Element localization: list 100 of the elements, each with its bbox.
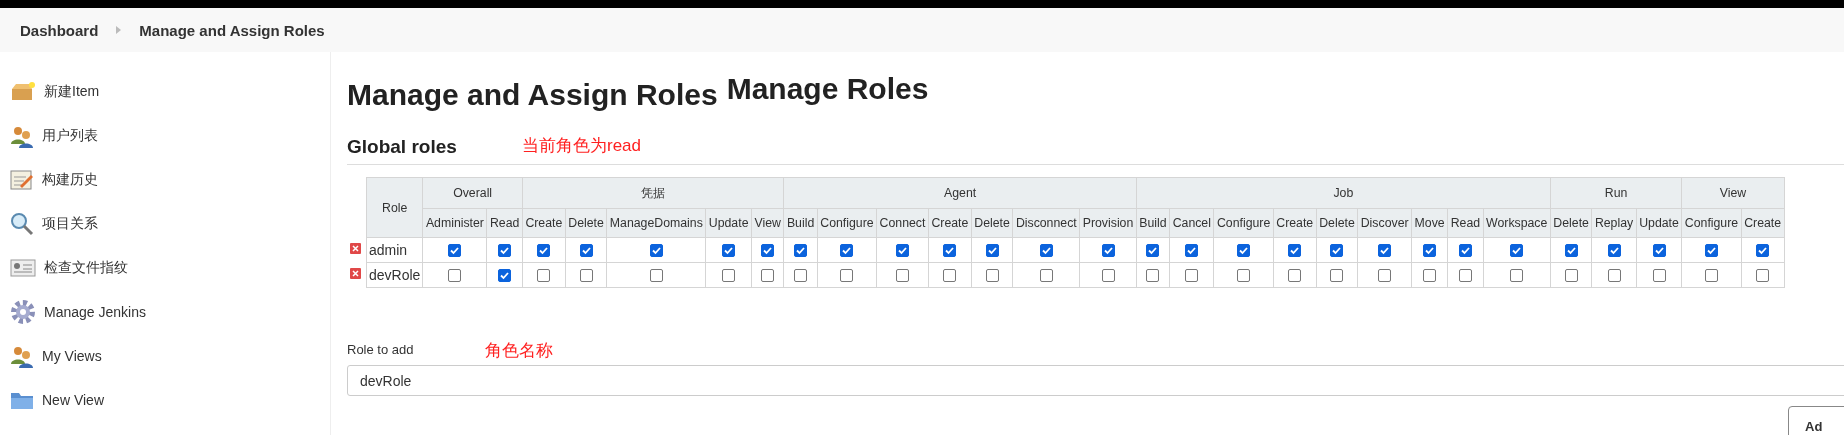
checkbox[interactable] (1423, 244, 1437, 258)
input-field[interactable]: devRole (347, 365, 1844, 396)
checkbox[interactable] (1039, 244, 1053, 258)
checkbox[interactable] (579, 244, 593, 258)
column-header: Configure (1213, 208, 1274, 238)
checkbox[interactable] (840, 269, 854, 283)
checkbox[interactable] (943, 269, 957, 283)
checkbox[interactable] (840, 244, 854, 258)
column-header: Configure (1681, 208, 1742, 238)
checkbox[interactable] (1510, 269, 1524, 283)
checkbox[interactable] (1705, 244, 1718, 258)
id-card-icon (10, 259, 36, 277)
checkbox[interactable] (1423, 269, 1437, 283)
column-group-header: Overall (422, 177, 523, 209)
checkbox[interactable] (722, 269, 736, 283)
table-cell: admin (366, 237, 423, 263)
checkbox[interactable] (537, 244, 551, 258)
checkbox[interactable] (1237, 269, 1251, 283)
package-icon (10, 81, 36, 103)
checkbox[interactable] (1330, 269, 1344, 283)
sidebar-item[interactable]: Manage Jenkins (0, 290, 330, 334)
checkbox[interactable] (1510, 244, 1524, 258)
folder-icon (10, 390, 34, 410)
users-icon (10, 344, 34, 368)
checkbox[interactable] (1756, 244, 1770, 258)
column-group-header: Job (1136, 177, 1551, 209)
search-icon (10, 212, 34, 236)
checkbox[interactable] (537, 269, 551, 283)
checkbox[interactable] (1101, 269, 1115, 283)
gear-icon (10, 299, 36, 325)
sidebar-item[interactable]: My Views (0, 334, 330, 378)
checkbox[interactable] (1185, 244, 1199, 258)
checkbox[interactable] (1185, 269, 1199, 283)
checkbox[interactable] (579, 269, 593, 283)
checkbox[interactable] (498, 269, 512, 283)
checkbox[interactable] (943, 244, 957, 258)
checkbox[interactable] (1378, 244, 1392, 258)
breadcrumb-link[interactable]: Manage and Assign Roles (139, 21, 325, 39)
checkbox[interactable] (1330, 244, 1344, 258)
caret-icon (116, 26, 122, 34)
sidebar-item[interactable]: New View (0, 378, 330, 422)
column-group-header: Agent (783, 177, 1137, 209)
checkbox[interactable] (794, 244, 808, 258)
checkbox[interactable] (1237, 244, 1251, 258)
table-cell: devRole (366, 262, 423, 288)
annotation-text: 角色名称 (485, 340, 553, 362)
checkbox[interactable] (794, 269, 808, 283)
column-header: Administer (422, 208, 487, 238)
checkbox[interactable] (1756, 269, 1770, 283)
checkbox[interactable] (1607, 269, 1621, 283)
checkbox[interactable] (1146, 269, 1160, 283)
column-group-header: 凭据 (522, 177, 784, 209)
checkbox[interactable] (1458, 269, 1472, 283)
checkbox[interactable] (1039, 269, 1053, 283)
checkbox[interactable] (649, 244, 663, 258)
column-header: Configure (817, 208, 877, 238)
checkbox[interactable] (896, 269, 909, 283)
checkbox[interactable] (1288, 244, 1302, 258)
delete-icon[interactable] (350, 268, 361, 279)
column-header: ManageDomains (606, 208, 706, 238)
checkbox[interactable] (722, 244, 736, 258)
checkbox[interactable] (1652, 269, 1666, 283)
checkbox[interactable] (985, 244, 999, 258)
column-header: Role (366, 177, 423, 238)
checkbox[interactable] (1607, 244, 1621, 258)
notepad-icon (10, 169, 34, 191)
users-icon (10, 124, 34, 148)
checkbox[interactable] (1564, 269, 1578, 283)
checkbox[interactable] (761, 269, 775, 283)
checkbox[interactable] (896, 244, 909, 258)
add-button[interactable]: Ad (1788, 406, 1844, 435)
checkbox[interactable] (1458, 244, 1472, 258)
checkbox[interactable] (985, 269, 999, 283)
field-label: Role to add (347, 342, 414, 357)
annotation-text: 当前角色为read (522, 135, 642, 157)
column-header: Disconnect (1012, 208, 1080, 238)
checkbox[interactable] (448, 244, 462, 258)
checkbox[interactable] (649, 269, 663, 283)
checkbox[interactable] (1652, 244, 1666, 258)
checkbox[interactable] (1288, 269, 1302, 283)
sidebar-item[interactable]: 项目关系 (0, 202, 330, 246)
sidebar-item[interactable]: 检查文件指纹 (0, 246, 330, 290)
section-title: Manage Roles (726, 72, 929, 106)
checkbox[interactable] (498, 244, 512, 258)
checkbox[interactable] (1378, 269, 1392, 283)
checkbox[interactable] (1705, 269, 1718, 283)
delete-icon[interactable] (350, 243, 361, 254)
breadcrumb-link[interactable]: Dashboard (20, 21, 99, 39)
column-group-header: View (1681, 177, 1785, 209)
sidebar-item[interactable]: 新建Item (0, 70, 330, 114)
checkbox[interactable] (1146, 244, 1160, 258)
column-header: Provision (1079, 208, 1137, 238)
page-title: Manage and Assign Roles (347, 77, 718, 112)
checkbox[interactable] (761, 244, 775, 258)
column-group-header: Run (1550, 177, 1682, 209)
sidebar-item[interactable]: 用户列表 (0, 114, 330, 158)
checkbox[interactable] (1101, 244, 1115, 258)
sidebar-item[interactable]: 构建历史 (0, 158, 330, 202)
checkbox[interactable] (1564, 244, 1578, 258)
checkbox[interactable] (448, 269, 462, 283)
